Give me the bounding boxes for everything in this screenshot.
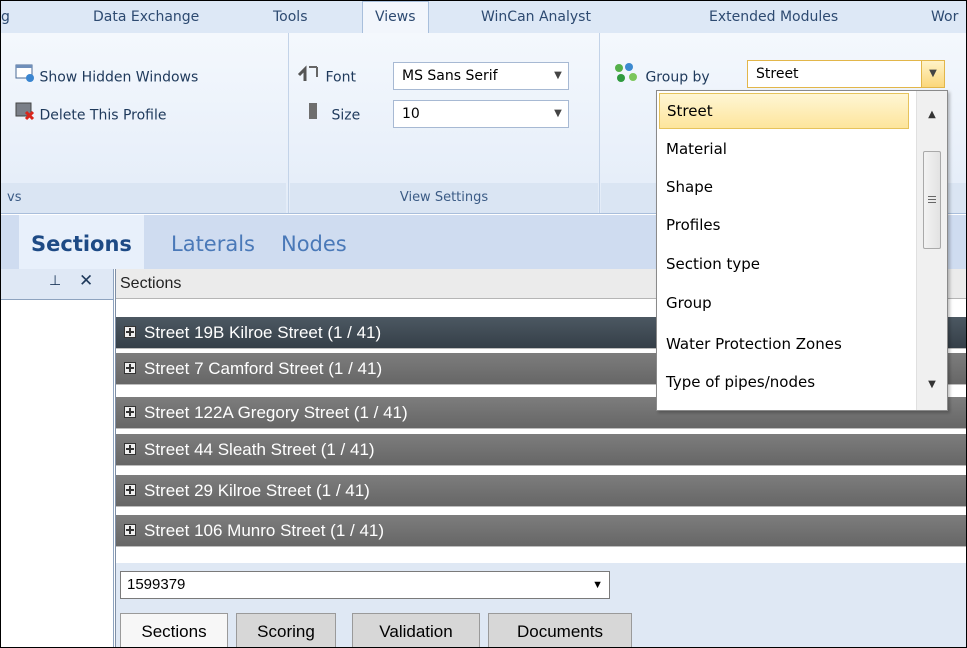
- dropdown-item-material[interactable]: Material: [659, 131, 909, 167]
- app-window: g Data Exchange Tools Views WinCan Analy…: [0, 0, 967, 648]
- size-label: Size: [307, 101, 360, 127]
- expand-icon[interactable]: [124, 406, 136, 419]
- tab-views[interactable]: Views: [362, 1, 429, 34]
- tab-laterals[interactable]: Laterals: [171, 215, 255, 269]
- bottom-tab-validation[interactable]: Validation: [352, 613, 480, 647]
- expand-icon[interactable]: [124, 362, 136, 375]
- section-group-row[interactable]: Street 106 Munro Street (1 / 41): [116, 515, 966, 547]
- left-pane: ⊥ ✕: [1, 269, 114, 647]
- tab-wor[interactable]: Wor: [931, 1, 958, 33]
- dropdown-item-profiles[interactable]: Profiles: [659, 207, 909, 243]
- group-by-combo[interactable]: Street ▼: [747, 60, 945, 88]
- chevron-down-icon[interactable]: ▼: [548, 63, 568, 89]
- expand-icon[interactable]: [124, 524, 136, 537]
- chevron-down-icon[interactable]: ▼: [592, 572, 603, 598]
- font-combo-value: MS Sans Serif: [402, 68, 498, 84]
- size-combo[interactable]: 10 ▼: [393, 100, 569, 128]
- tab-tools[interactable]: Tools: [273, 1, 308, 33]
- font-combo[interactable]: MS Sans Serif ▼: [393, 62, 569, 90]
- group-label-view-settings: View Settings: [290, 183, 598, 213]
- dropdown-scrollbar[interactable]: ▲ ▼: [916, 91, 947, 410]
- font-icon: [297, 63, 321, 92]
- group-by-dropdown: Street Material Shape Profiles Section t…: [656, 90, 948, 411]
- chevron-down-icon[interactable]: ▼: [921, 61, 944, 87]
- section-id-combo[interactable]: 1599379 ▼: [120, 571, 610, 599]
- tab-g[interactable]: g: [1, 1, 10, 33]
- tab-sections[interactable]: Sections: [19, 215, 144, 269]
- delete-profile-label: Delete This Profile: [39, 107, 167, 124]
- scroll-up-icon[interactable]: ▲: [917, 109, 947, 120]
- group-by-icon: [613, 62, 641, 93]
- scroll-thumb[interactable]: [923, 151, 941, 249]
- section-group-row[interactable]: Street 29 Kilroe Street (1 / 41): [116, 475, 966, 507]
- dropdown-item-shape[interactable]: Shape: [659, 169, 909, 205]
- pin-icon[interactable]: ⊥: [49, 273, 61, 289]
- left-pane-header: ⊥ ✕: [1, 269, 113, 300]
- bottom-tab-sections[interactable]: Sections: [120, 613, 228, 647]
- dropdown-item-section-type[interactable]: Section type: [659, 246, 909, 282]
- group-label-views: vs: [1, 183, 286, 213]
- show-hidden-windows-label: Show Hidden Windows: [39, 69, 199, 86]
- dropdown-item-street[interactable]: Street: [659, 93, 909, 129]
- dropdown-item-water-protection-zones[interactable]: Water Protection Zones: [659, 326, 909, 362]
- window-icon: [15, 63, 35, 92]
- tab-nodes[interactable]: Nodes: [281, 215, 347, 269]
- group-by-label: Group by: [613, 62, 710, 88]
- tab-extended-modules[interactable]: Extended Modules: [709, 1, 838, 33]
- expand-icon[interactable]: [124, 484, 136, 497]
- dropdown-item-group[interactable]: Group: [659, 285, 909, 321]
- chevron-down-icon[interactable]: ▼: [548, 101, 568, 127]
- dropdown-item-type-of-pipes[interactable]: Type of pipes/nodes: [659, 364, 909, 400]
- expand-icon[interactable]: [124, 326, 136, 339]
- group-separator: [599, 33, 600, 213]
- font-label: Font: [297, 63, 356, 89]
- close-icon[interactable]: ✕: [79, 271, 93, 291]
- section-group-row[interactable]: Street 44 Sleath Street (1 / 41): [116, 434, 966, 466]
- delete-profile-button[interactable]: Delete This Profile: [15, 101, 167, 127]
- ribbon-tab-strip: g Data Exchange Tools Views WinCan Analy…: [1, 1, 966, 34]
- group-by-combo-value: Street: [756, 66, 799, 82]
- bottom-tab-documents[interactable]: Documents: [488, 613, 632, 647]
- section-id-value: 1599379: [127, 576, 186, 593]
- tab-wincan-analyst[interactable]: WinCan Analyst: [481, 1, 591, 33]
- detail-area: 1599379 ▼ Sections Scoring Validation Do…: [116, 563, 966, 647]
- group-separator: [288, 33, 289, 213]
- scroll-down-icon[interactable]: ▼: [917, 379, 947, 390]
- bottom-tab-scoring[interactable]: Scoring: [236, 613, 336, 647]
- expand-icon[interactable]: [124, 443, 136, 456]
- tab-data-exchange[interactable]: Data Exchange: [93, 1, 199, 33]
- size-combo-value: 10: [402, 106, 420, 122]
- size-icon: [307, 101, 327, 130]
- delete-icon: [15, 101, 35, 130]
- show-hidden-windows-button[interactable]: Show Hidden Windows: [15, 63, 198, 89]
